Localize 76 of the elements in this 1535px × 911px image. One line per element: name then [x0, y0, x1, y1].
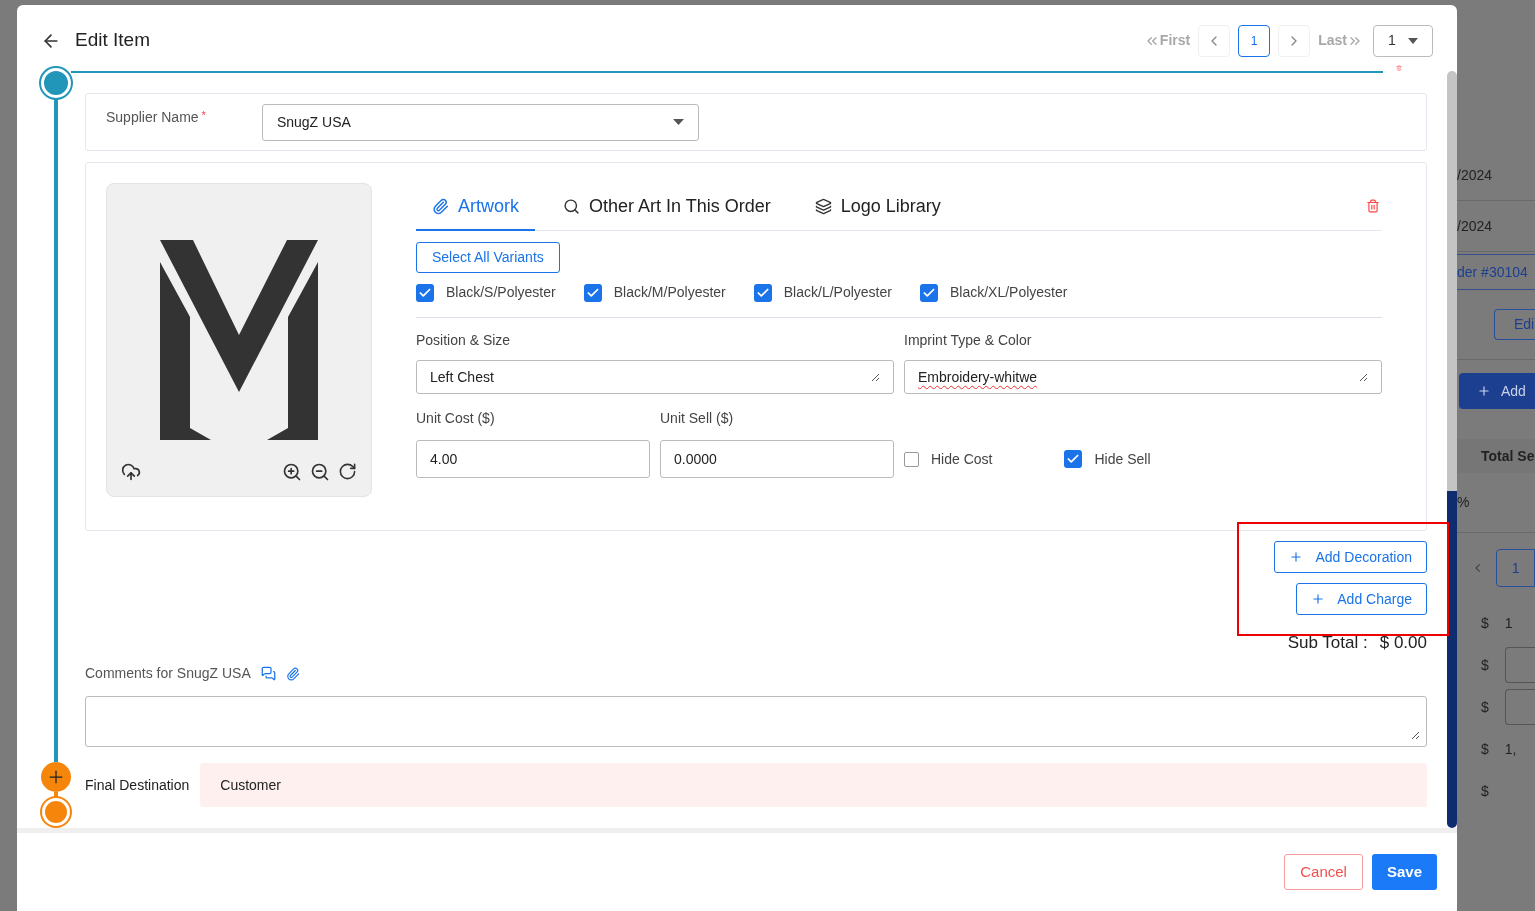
field-label: Unit Sell ($)	[660, 409, 735, 428]
option-label: Hide Sell	[1094, 449, 1151, 469]
date-text: /2024	[1457, 216, 1493, 236]
currency-symbol: $	[1481, 781, 1489, 801]
select-all-button[interactable]: Select All Variants	[416, 242, 560, 273]
comments-field[interactable]	[85, 696, 1427, 747]
first-page-button[interactable]: First	[1143, 30, 1191, 51]
caret-icon	[672, 119, 684, 125]
stack-icon	[814, 197, 832, 215]
variant-label: Black/XL/Polyester	[949, 283, 1068, 302]
plus-icon	[1289, 550, 1304, 564]
amount-text: 1	[1504, 613, 1513, 633]
destination-label: Final Destination	[85, 775, 190, 795]
add-step-button[interactable]	[41, 762, 71, 792]
tab[interactable]: Logo Library	[798, 182, 957, 230]
percent-text: %	[1457, 493, 1470, 512]
zoom-in-icon[interactable]	[282, 462, 302, 482]
destination-value: Customer	[200, 763, 1427, 807]
checkbox[interactable]	[583, 283, 602, 302]
option-label: Hide Cost	[931, 449, 993, 469]
required-mark: *	[201, 108, 206, 121]
currency-symbol: $	[1481, 697, 1489, 717]
cancel-button[interactable]: Cancel	[1284, 854, 1363, 890]
subtotal-label: Sub Total :	[1287, 633, 1368, 653]
page-button[interactable]: 1	[1238, 24, 1271, 57]
variant-label: Black/M/Polyester	[613, 283, 726, 302]
tab[interactable]: Artwork	[416, 183, 535, 231]
chat-icon[interactable]	[260, 666, 276, 681]
supplier-label: Supplier Name *	[106, 107, 206, 127]
resize-grip-icon[interactable]	[1411, 731, 1420, 740]
field-label: Position & Size	[416, 331, 512, 350]
text-area-field[interactable]: Embroidery-whitwe	[904, 360, 1382, 394]
paperclip-icon[interactable]	[285, 666, 300, 681]
resize-grip-icon[interactable]	[1359, 372, 1368, 382]
plus-icon	[1477, 384, 1491, 398]
text-area-field[interactable]: Left Chest	[416, 360, 894, 394]
currency-symbol: $	[1481, 655, 1489, 675]
scrollbar[interactable]	[1447, 71, 1457, 828]
paperclip-icon	[432, 197, 449, 215]
add-button[interactable]: Add Decoration	[1274, 541, 1427, 573]
price-field[interactable]: 4.00	[416, 440, 650, 478]
amount-field[interactable]	[1504, 647, 1535, 683]
caret-icon	[1408, 37, 1418, 44]
price-field[interactable]: 0.0000	[660, 440, 894, 478]
add-button[interactable]: Add Charge	[1296, 583, 1427, 615]
variant-label: Black/L/Polyester	[783, 283, 892, 302]
field-label: Imprint Type & Color	[904, 331, 1033, 350]
subtotal-value: $ 0.00	[1379, 633, 1427, 653]
save-button[interactable]: Save	[1371, 854, 1437, 890]
comments-label: Comments for SnugZ USA	[85, 664, 251, 683]
currency-symbol: $	[1481, 739, 1489, 759]
tab[interactable]: Other Art In This Order	[547, 182, 787, 230]
checkbox[interactable]	[1064, 450, 1083, 468]
currency-symbol: $	[1481, 613, 1489, 633]
supplier-select[interactable]: SnugZ USA	[261, 103, 699, 141]
checkbox[interactable]	[919, 283, 938, 302]
checkbox[interactable]	[416, 283, 434, 302]
variant-label: Black/S/Polyester	[446, 283, 556, 302]
date-text: /2024	[1457, 165, 1493, 185]
field-label: Unit Cost ($)	[416, 409, 496, 428]
plus-icon	[1311, 592, 1326, 606]
column-header: Total Se	[1481, 446, 1535, 466]
checkbox[interactable]	[753, 283, 772, 302]
checkbox[interactable]	[904, 451, 919, 467]
zoom-out-icon[interactable]	[310, 462, 330, 482]
amount-field[interactable]	[1504, 689, 1535, 725]
last-page-button[interactable]: Last	[1318, 30, 1363, 51]
check-icon	[1066, 452, 1081, 466]
resize-grip-icon[interactable]	[871, 372, 880, 382]
upload-icon[interactable]	[121, 462, 141, 482]
search-icon	[563, 197, 580, 215]
dialog-title: Edit Item	[75, 28, 150, 53]
delete-icon[interactable]	[1366, 199, 1380, 213]
amount-text: 1,	[1504, 739, 1517, 759]
page-select[interactable]: 1	[1373, 24, 1433, 57]
rotate-icon[interactable]	[338, 462, 357, 481]
